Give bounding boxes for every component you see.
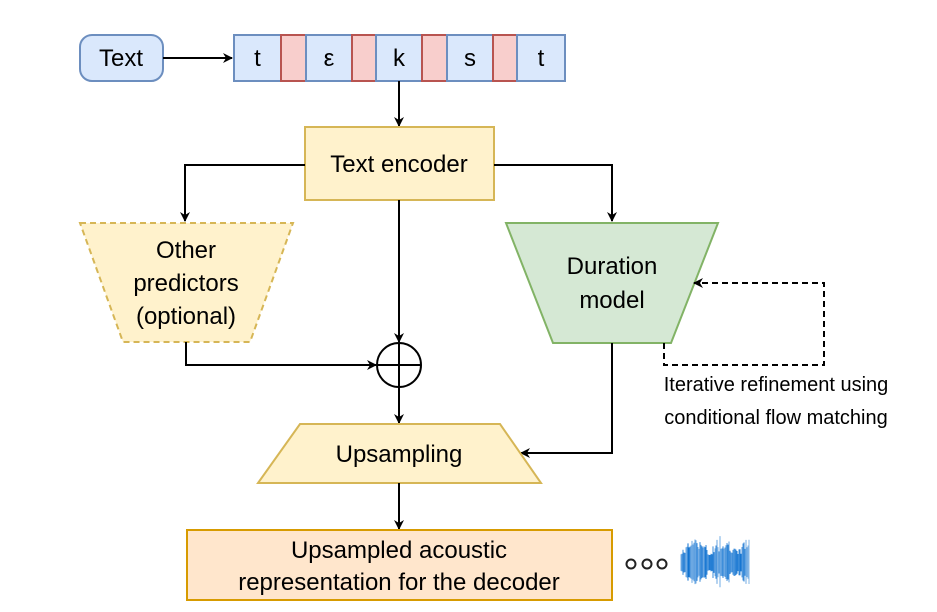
tts-architecture-diagram: Text t ε k s t Text encoder Other predictors… <box>78 34 889 601</box>
arrow-encoder-to-duration <box>494 164 617 222</box>
refinement-label-line1: Iterative refinement using <box>664 374 889 396</box>
output-line2: representation for the decoder <box>238 569 560 596</box>
phoneme-token-label: k <box>393 45 406 72</box>
output-node: Upsampled acoustic representation for th… <box>186 529 613 601</box>
text-input-label: Text <box>99 45 143 72</box>
other-predictors-line2: predictors <box>133 270 238 297</box>
other-predictors-node: Other predictors (optional) <box>78 222 295 343</box>
token-sequence: tεkst <box>233 34 566 82</box>
ellipsis-icon <box>625 558 668 570</box>
other-predictors-line3: (optional) <box>136 303 236 330</box>
sum-operator-icon <box>376 342 422 388</box>
duration-model-node: Duration model <box>504 222 720 344</box>
padding-token <box>280 34 307 82</box>
padding-token <box>351 34 377 82</box>
padding-token <box>492 34 518 82</box>
upsampling-node: Upsampling <box>256 423 543 484</box>
text-encoder-node: Text encoder <box>304 126 495 201</box>
waveform-icon <box>680 536 750 588</box>
output-line1: Upsampled acoustic <box>291 537 507 564</box>
upsampling-label: Upsampling <box>336 441 463 468</box>
text-input-node: Text <box>79 34 164 82</box>
phoneme-token-label: t <box>538 45 545 72</box>
phoneme-token-label: t <box>254 45 261 72</box>
duration-model-line1: Duration <box>567 253 658 280</box>
phoneme-token-label: ε <box>324 45 335 72</box>
arrow-predictors-to-sum <box>185 342 377 370</box>
arrow-encoder-to-predictors <box>180 164 305 222</box>
duration-model-line2: model <box>579 287 644 314</box>
phoneme-token-label: s <box>464 45 476 72</box>
arrow-duration-to-upsampling <box>520 343 613 458</box>
refinement-label-line2: conditional flow matching <box>664 407 887 429</box>
text-encoder-label: Text encoder <box>330 151 467 178</box>
other-predictors-line1: Other <box>156 237 216 264</box>
padding-token <box>421 34 448 82</box>
